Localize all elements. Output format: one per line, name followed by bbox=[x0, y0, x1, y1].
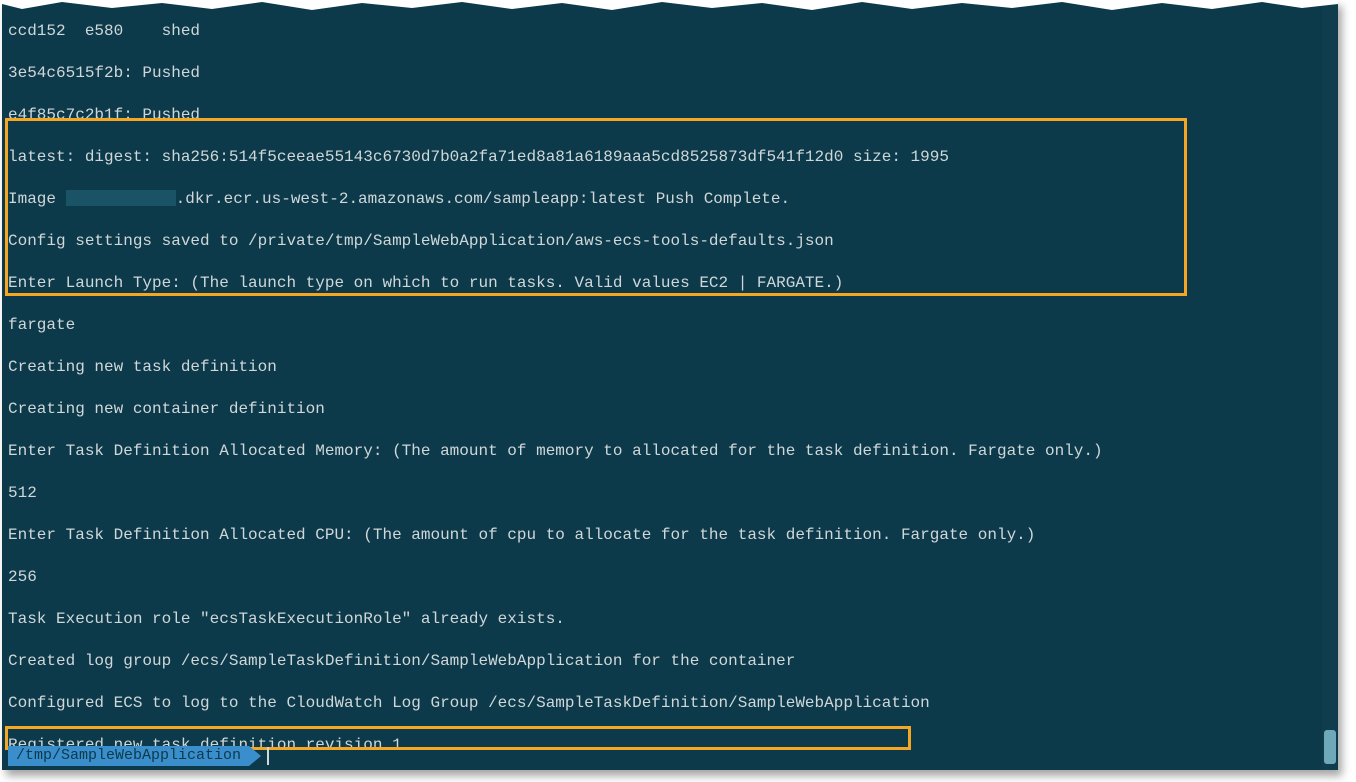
output-line: Creating new container definition bbox=[8, 399, 1320, 420]
prompt-row[interactable]: /tmp/SampleWebApplication bbox=[8, 746, 269, 766]
output-line: 3e54c6515f2b: Pushed bbox=[8, 63, 1320, 84]
output-line: Enter Task Definition Allocated Memory: … bbox=[8, 441, 1320, 462]
output-line: fargate bbox=[8, 315, 1320, 336]
output-line: Enter Task Definition Allocated CPU: (Th… bbox=[8, 525, 1320, 546]
output-line: 256 bbox=[8, 567, 1320, 588]
output-line: Enter Launch Type: (The launch type on w… bbox=[8, 273, 1320, 294]
output-line: ccd152 e580 shed bbox=[8, 21, 1320, 42]
output-line: Image .dkr.ecr.us-west-2.amazonaws.com/s… bbox=[8, 189, 1320, 210]
output-line: Task Execution role "ecsTaskExecutionRol… bbox=[8, 609, 1320, 630]
redacted-account-id bbox=[66, 190, 176, 206]
terminal-output: ccd152 e580 shed 3e54c6515f2b: Pushed e4… bbox=[8, 0, 1320, 770]
scrollbar-thumb[interactable] bbox=[1324, 730, 1336, 764]
output-line: Creating new task definition bbox=[8, 357, 1320, 378]
output-line: latest: digest: sha256:514f5ceeae55143c6… bbox=[8, 147, 1320, 168]
output-line: e4f85c7c2b1f: Pushed bbox=[8, 105, 1320, 126]
output-line: Config settings saved to /private/tmp/Sa… bbox=[8, 231, 1320, 252]
output-line: Created log group /ecs/SampleTaskDefinit… bbox=[8, 651, 1320, 672]
prompt-segment-path: /tmp/SampleWebApplication bbox=[8, 746, 249, 766]
terminal-window[interactable]: ccd152 e580 shed 3e54c6515f2b: Pushed e4… bbox=[2, 0, 1338, 770]
cursor bbox=[267, 747, 269, 765]
output-line: Configured ECS to log to the CloudWatch … bbox=[8, 693, 1320, 714]
output-line: 512 bbox=[8, 483, 1320, 504]
scrollbar-track[interactable] bbox=[1322, 0, 1338, 770]
